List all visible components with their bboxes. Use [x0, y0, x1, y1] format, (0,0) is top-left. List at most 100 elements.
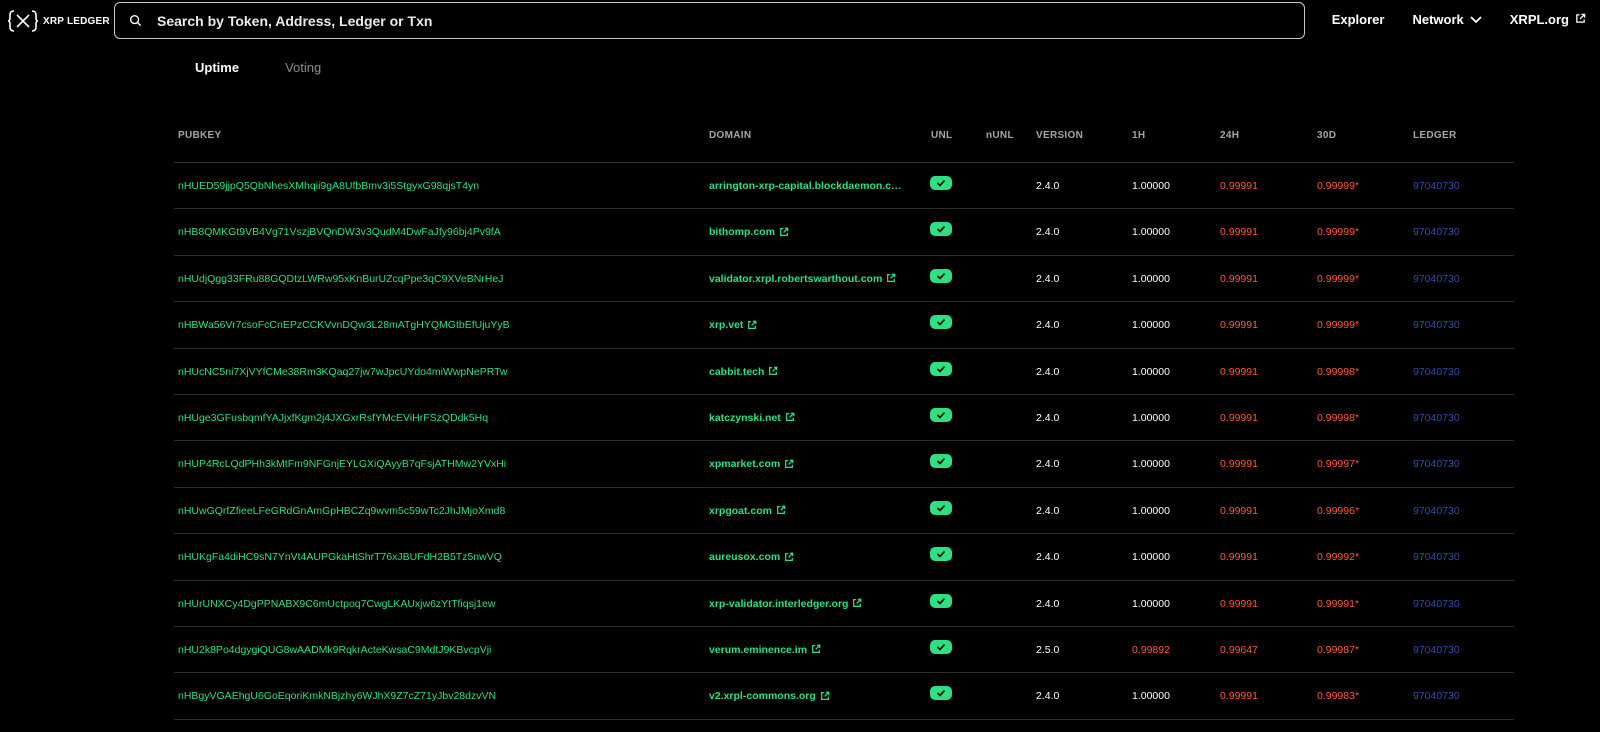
domain-link[interactable]: aureusox.com [709, 551, 795, 563]
external-link-icon [784, 459, 795, 470]
uptime-1h: 1.00000 [1132, 319, 1170, 332]
uptime-24h: 0.99991 [1220, 551, 1258, 564]
validators-table: PUBKEY DOMAIN UNL nUNL VERSION 1H 24H 30… [174, 116, 1514, 720]
header-1h[interactable]: 1H [1132, 130, 1145, 141]
search-icon [129, 14, 143, 28]
domain-link[interactable]: xrp-validator.interledger.org [709, 598, 863, 610]
domain-link[interactable]: cabbit.tech [709, 366, 779, 378]
nav-network-label: Network [1412, 12, 1464, 27]
domain-link[interactable]: xrp.vet [709, 319, 758, 331]
domain-link[interactable]: bithomp.com [709, 226, 790, 238]
uptime-1h: 1.00000 [1132, 690, 1170, 703]
domain-link[interactable]: verum.eminence.im [709, 644, 822, 656]
chevron-down-icon [1470, 12, 1482, 27]
ledger-link[interactable]: 97040730 [1413, 319, 1460, 331]
table-header: PUBKEY DOMAIN UNL nUNL VERSION 1H 24H 30… [174, 116, 1514, 163]
header-version[interactable]: VERSION [1036, 130, 1083, 141]
pubkey-link[interactable]: nHUcNC5ni7XjVYfCMe38Rm3KQaq27jw7wJpcUYdo… [178, 366, 688, 378]
domain-link[interactable]: xrpgoat.com [709, 505, 787, 517]
header-30d[interactable]: 30D [1317, 130, 1336, 141]
uptime-30d: 0.99983* [1317, 690, 1360, 703]
nav-network[interactable]: Network [1412, 12, 1482, 27]
header-domain[interactable]: DOMAIN [709, 130, 751, 141]
pubkey-link[interactable]: nHUge3GFusbqmfYAJjxfKgm2j4JXGxrRsfYMcEVi… [178, 412, 688, 424]
external-link-icon [784, 552, 795, 563]
top-header: XRP LEDGER Explorer Network XRPL.org [0, 0, 1600, 42]
unl-status [930, 547, 952, 562]
ledger-link[interactable]: 97040730 [1413, 505, 1460, 517]
uptime-24h: 0.99991 [1220, 458, 1258, 471]
pubkey-link[interactable]: nHBWa56Vr7csoFcCnEPzCCKVvnDQw3L28mATgHYQ… [178, 319, 688, 331]
pubkey-link[interactable]: nHUdjQgg33FRu88GQDtzLWRw95xKnBurUZcqPpe3… [178, 273, 688, 285]
uptime-30d: 0.99991* [1317, 597, 1360, 610]
nav-xrpl-org[interactable]: XRPL.org [1510, 12, 1586, 27]
uptime-24h: 0.99991 [1220, 690, 1258, 703]
uptime-24h: 0.99991 [1220, 597, 1258, 610]
pubkey-link[interactable]: nHUKgFa4diHC9sN7YnVt4AUPGkaHtShrT76xJBUF… [178, 551, 688, 563]
pubkey-link[interactable]: nHU2k8Po4dgygiQUG8wAADMk9RqkrActeKwsaC9M… [178, 644, 688, 656]
pubkey-link[interactable]: nHUrUNXCy4DgPPNABX9C6mUctpoq7CwgLKAUxjw6… [178, 598, 688, 610]
uptime-1h: 1.00000 [1132, 504, 1170, 517]
tab-voting[interactable]: Voting [285, 60, 321, 75]
header-pubkey[interactable]: PUBKEY [178, 130, 221, 141]
pubkey-link[interactable]: nHUP4RcLQdPHh3kMtFm9NFGnjEYLGXiQAyyB7qFs… [178, 458, 688, 470]
check-icon [930, 268, 952, 283]
domain-text: v2.xrpl-commons.org [709, 690, 816, 703]
ledger-link[interactable]: 97040730 [1413, 180, 1460, 192]
ledger-link[interactable]: 97040730 [1413, 598, 1460, 610]
version-value: 2.4.0 [1036, 226, 1060, 239]
domain-link[interactable]: xpmarket.com [709, 458, 795, 470]
check-icon [930, 361, 952, 376]
uptime-1h: 1.00000 [1132, 551, 1170, 564]
check-icon [930, 407, 952, 422]
tab-uptime[interactable]: Uptime [195, 60, 239, 75]
unl-status [930, 500, 952, 515]
version-value: 2.4.0 [1036, 690, 1060, 703]
version-value: 2.4.0 [1036, 551, 1060, 564]
domain-link[interactable]: arrington-xrp-capital.blockdaemon.com [709, 180, 905, 192]
external-link-icon [776, 505, 787, 516]
version-value: 2.4.0 [1036, 180, 1060, 192]
search-input[interactable] [155, 5, 1255, 36]
ledger-link[interactable]: 97040730 [1413, 644, 1460, 656]
pubkey-link[interactable]: nHUwGQrfZfieeLFeGRdGnAmGpHBCZq9wvm5c59wT… [178, 505, 688, 517]
uptime-1h: 1.00000 [1132, 272, 1170, 285]
header-unl[interactable]: UNL [931, 130, 952, 141]
ledger-link[interactable]: 97040730 [1413, 226, 1460, 238]
unl-status [930, 315, 952, 330]
unl-status [930, 268, 952, 283]
external-link-icon [820, 691, 831, 702]
table-body: nHUED59jjpQ5QbNhesXMhqii9gA8UfbBmv3i5Stg… [174, 163, 1514, 720]
ledger-link[interactable]: 97040730 [1413, 458, 1460, 470]
external-link-icon [811, 644, 822, 655]
ledger-link[interactable]: 97040730 [1413, 412, 1460, 424]
uptime-30d: 0.99992* [1317, 551, 1360, 564]
external-link-icon [785, 412, 796, 423]
ledger-link[interactable]: 97040730 [1413, 273, 1460, 285]
ledger-link[interactable]: 97040730 [1413, 551, 1460, 563]
header-24h[interactable]: 24H [1220, 130, 1239, 141]
table-row: nHBWa56Vr7csoFcCnEPzCCKVvnDQw3L28mATgHYQ… [174, 302, 1514, 349]
domain-link[interactable]: katczynski.net [709, 412, 796, 424]
external-link-icon [747, 320, 758, 331]
domain-link[interactable]: v2.xrpl-commons.org [709, 690, 831, 702]
uptime-1h: 1.00000 [1132, 458, 1170, 471]
domain-link[interactable]: validator.xrpl.robertswarthout.com [709, 273, 897, 285]
xrp-ledger-logo[interactable]: XRP LEDGER [8, 9, 110, 33]
header-ledger[interactable]: LEDGER [1413, 130, 1456, 141]
pubkey-link[interactable]: nHUED59jjpQ5QbNhesXMhqii9gA8UfbBmv3i5Stg… [178, 180, 688, 192]
uptime-24h: 0.99991 [1220, 319, 1258, 332]
uptime-24h: 0.99647 [1220, 643, 1258, 656]
search-bar[interactable] [114, 2, 1305, 39]
ledger-link[interactable]: 97040730 [1413, 690, 1460, 702]
header-nunl[interactable]: nUNL [986, 130, 1014, 141]
uptime-30d: 0.99999* [1317, 272, 1360, 285]
nav-explorer[interactable]: Explorer [1332, 12, 1385, 27]
table-row: nHUrUNXCy4DgPPNABX9C6mUctpoq7CwgLKAUxjw6… [174, 581, 1514, 627]
pubkey-link[interactable]: nHB8QMKGt9VB4Vg71VszjBVQnDW3v3QudM4DwFaJ… [178, 226, 688, 238]
pubkey-link[interactable]: nHBgyVGAEhgU6GoEqoriKmkNBjzhy6WJhX9Z7cZ7… [178, 690, 688, 702]
ledger-link[interactable]: 97040730 [1413, 366, 1460, 378]
uptime-30d: 0.99998* [1317, 365, 1360, 378]
domain-text: arrington-xrp-capital.blockdaemon.com [709, 180, 905, 192]
domain-text: xrpgoat.com [709, 504, 773, 517]
